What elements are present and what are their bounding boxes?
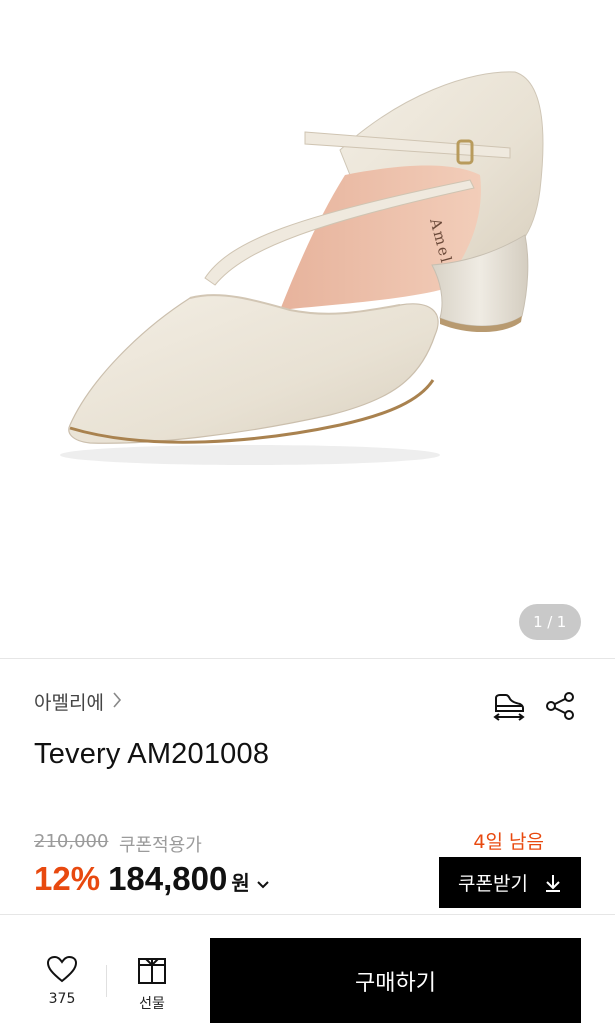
original-price: 210,000 <box>34 831 109 852</box>
product-gallery[interactable]: Amellie 1 / 1 <box>0 0 615 658</box>
gift-button[interactable]: 선물 <box>126 955 178 1013</box>
buy-button[interactable]: 구매하기 <box>210 938 581 1023</box>
image-counter-current: 1 <box>533 613 544 631</box>
buy-label: 구매하기 <box>355 970 436 996</box>
image-counter: 1 / 1 <box>519 604 581 640</box>
heart-icon <box>46 955 78 983</box>
image-counter-separator: / <box>547 613 553 631</box>
shoe-size-icon <box>493 694 525 721</box>
currency-unit: 원 <box>231 871 250 895</box>
sale-price: 184,800 <box>108 860 228 897</box>
product-title: Tevery AM201008 <box>34 738 270 770</box>
gift-label: 선물 <box>139 996 165 1012</box>
brand-name: 아멜리에 <box>34 692 104 714</box>
divider <box>106 965 107 997</box>
brand-link[interactable]: 아멜리에 <box>34 688 122 715</box>
get-coupon-button[interactable]: 쿠폰받기 <box>439 857 581 908</box>
chevron-down-icon <box>257 881 269 889</box>
get-coupon-label: 쿠폰받기 <box>458 873 528 895</box>
price-detail-toggle[interactable] <box>256 880 270 890</box>
share-icon <box>546 692 574 720</box>
product-image: Amellie <box>60 71 544 465</box>
share-button[interactable] <box>542 688 578 724</box>
discount-rate: 12% <box>34 860 101 897</box>
bottom-action-bar: 375 선물 구매하기 <box>0 915 615 1024</box>
wishlist-count: 375 <box>48 991 76 1007</box>
divider <box>0 658 615 659</box>
size-guide-button[interactable] <box>491 688 527 724</box>
remaining-days: 4일 남음 <box>473 831 544 853</box>
download-icon <box>544 873 562 893</box>
wishlist-button[interactable]: 375 <box>36 955 88 1007</box>
image-counter-total: 1 <box>556 613 567 631</box>
chevron-right-icon <box>112 691 122 714</box>
coupon-price-note: 쿠폰적용가 <box>119 835 202 856</box>
gift-icon <box>138 958 166 984</box>
price-row: 12% 184,800 원 <box>34 860 270 898</box>
